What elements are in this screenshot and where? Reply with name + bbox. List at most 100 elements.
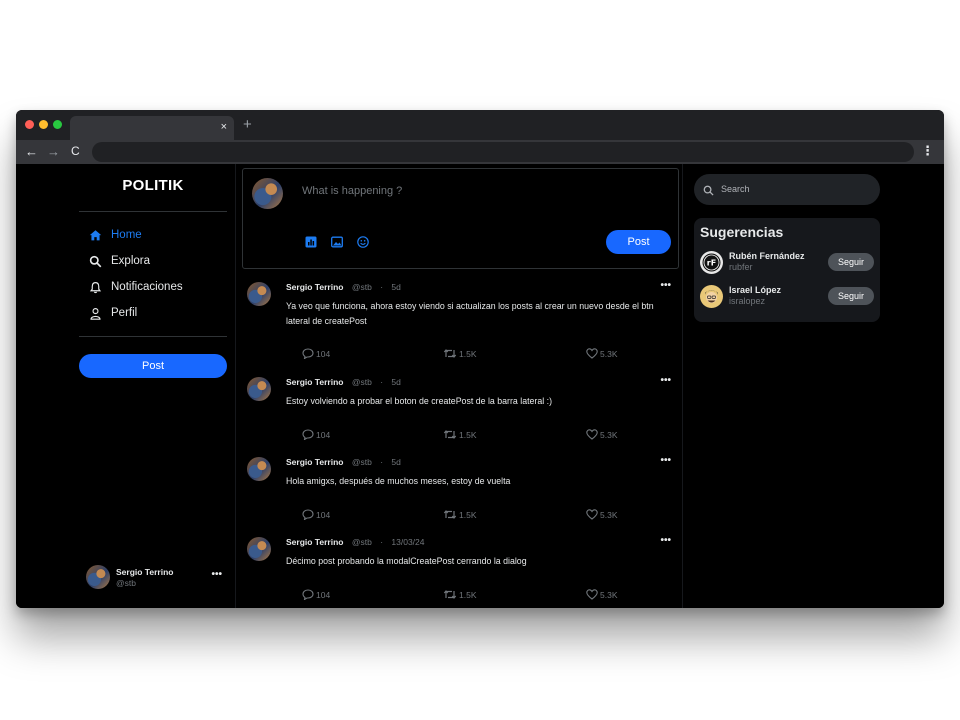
- home-icon: [87, 227, 103, 243]
- minimize-window-button[interactable]: [39, 120, 48, 129]
- post-handle: @stb: [351, 377, 372, 387]
- account-name: Sergio Terrino: [116, 567, 174, 577]
- browser-tab[interactable]: ×: [70, 116, 234, 140]
- post[interactable]: Sergio Terrino @stb · 5d ••• Estoy volvi…: [242, 375, 679, 440]
- suggestion-handle: isralopez: [729, 296, 766, 306]
- post-author[interactable]: Sergio Terrino: [286, 457, 343, 467]
- address-bar[interactable]: [92, 142, 914, 162]
- reply-button[interactable]: 104: [302, 589, 330, 600]
- search-icon: [87, 253, 103, 269]
- more-icon[interactable]: •••: [211, 569, 222, 580]
- suggestion-item[interactable]: rF Rubén Fernández rubfer Seguir: [700, 250, 874, 276]
- reload-button[interactable]: C: [71, 144, 80, 159]
- chart-icon[interactable]: [305, 236, 317, 248]
- post-header: Sergio Terrino @stb · 5d: [286, 457, 401, 467]
- post-separator: ·: [380, 282, 384, 292]
- post-handle: @stb: [351, 282, 372, 292]
- close-window-button[interactable]: [25, 120, 34, 129]
- post-actions: 104 1.5K 5.3K: [302, 509, 632, 521]
- sidebar-post-button[interactable]: Post: [79, 354, 227, 378]
- reply-button[interactable]: 104: [302, 348, 330, 359]
- repost-icon: [443, 430, 457, 439]
- repost-count: 1.5K: [459, 589, 477, 600]
- sidebar-item-label: Home: [111, 229, 142, 241]
- post-more-icon[interactable]: •••: [660, 375, 671, 386]
- like-count: 5.3K: [600, 348, 618, 359]
- emoji-icon[interactable]: [357, 236, 369, 248]
- app-logo[interactable]: POLITIK: [79, 177, 227, 194]
- post-handle: @stb: [351, 537, 372, 547]
- like-button[interactable]: 5.3K: [586, 589, 618, 600]
- maximize-window-button[interactable]: [53, 120, 62, 129]
- account-handle: @stb: [116, 578, 136, 588]
- post[interactable]: Sergio Terrino @stb · 5d ••• Hola amigxs…: [242, 455, 679, 520]
- reply-count: 104: [316, 429, 331, 440]
- new-tab-button[interactable]: +: [243, 117, 252, 132]
- forward-button[interactable]: →: [47, 144, 60, 159]
- post[interactable]: Sergio Terrino @stb · 13/03/24 ••• Décim…: [242, 535, 679, 601]
- search-input[interactable]: [721, 182, 871, 196]
- like-count: 5.3K: [600, 509, 618, 520]
- like-button[interactable]: 5.3K: [586, 429, 618, 440]
- account-switcher[interactable]: Sergio Terrino @stb •••: [86, 564, 226, 592]
- heart-icon: [586, 509, 598, 520]
- sidebar-item-explora[interactable]: Explora: [87, 251, 150, 271]
- repost-button[interactable]: 1.5K: [443, 348, 477, 359]
- post-actions: 104 1.5K 5.3K: [302, 589, 632, 601]
- post-more-icon[interactable]: •••: [660, 535, 671, 546]
- close-tab-icon[interactable]: ×: [221, 120, 227, 134]
- post-author[interactable]: Sergio Terrino: [286, 537, 343, 547]
- avatar[interactable]: [700, 285, 723, 308]
- tab-bar: × +: [16, 110, 944, 140]
- like-button[interactable]: 5.3K: [586, 348, 618, 359]
- avatar: [252, 178, 283, 209]
- reply-icon: [302, 509, 314, 520]
- page-viewport: POLITIK Home Explora Notificaciones Perf…: [16, 164, 944, 608]
- reply-icon: [302, 589, 314, 600]
- avatar: [86, 565, 110, 589]
- reply-button[interactable]: 104: [302, 429, 330, 440]
- search-icon: [703, 183, 714, 201]
- repost-button[interactable]: 1.5K: [443, 509, 477, 520]
- post-author[interactable]: Sergio Terrino: [286, 282, 343, 292]
- composer-post-button[interactable]: Post: [606, 230, 671, 254]
- post-more-icon[interactable]: •••: [660, 280, 671, 291]
- heart-icon: [586, 429, 598, 440]
- post-actions: 104 1.5K 5.3K: [302, 348, 632, 360]
- post-separator: ·: [380, 457, 384, 467]
- reply-button[interactable]: 104: [302, 509, 330, 520]
- post-time: 13/03/24: [391, 537, 425, 547]
- repost-button[interactable]: 1.5K: [443, 429, 477, 440]
- back-button[interactable]: ←: [25, 144, 38, 159]
- repost-icon: [443, 510, 457, 519]
- repost-button[interactable]: 1.5K: [443, 589, 477, 600]
- post-composer: What is happening ? Post: [242, 168, 679, 269]
- post-header: Sergio Terrino @stb · 13/03/24: [286, 537, 425, 547]
- avatar[interactable]: [247, 282, 271, 306]
- sidebar-item-perfil[interactable]: Perfil: [87, 303, 137, 323]
- feed-border: [682, 164, 683, 608]
- browser-menu-button[interactable]: ⋮: [921, 143, 934, 159]
- post-more-icon[interactable]: •••: [660, 455, 671, 466]
- post[interactable]: Sergio Terrino @stb · 5d ••• Ya veo que …: [242, 280, 679, 360]
- reply-count: 104: [316, 589, 331, 600]
- repost-count: 1.5K: [459, 429, 477, 440]
- suggestion-name[interactable]: Rubén Fernández: [729, 251, 805, 261]
- suggestion-item[interactable]: Israel López isralopez Seguir: [700, 284, 874, 310]
- avatar[interactable]: [247, 537, 271, 561]
- sidebar-item-notificaciones[interactable]: Notificaciones: [87, 277, 183, 297]
- post-author[interactable]: Sergio Terrino: [286, 377, 343, 387]
- avatar[interactable]: [247, 457, 271, 481]
- follow-button[interactable]: Seguir: [828, 287, 874, 305]
- sidebar-item-label: Notificaciones: [111, 281, 183, 293]
- sidebar-item-home[interactable]: Home: [87, 225, 142, 245]
- avatar[interactable]: [247, 377, 271, 401]
- like-button[interactable]: 5.3K: [586, 509, 618, 520]
- composer-input[interactable]: What is happening ?: [302, 185, 402, 197]
- suggestions-title: Sugerencias: [700, 224, 784, 240]
- suggestion-handle: rubfer: [729, 262, 753, 272]
- suggestion-name[interactable]: Israel López: [729, 285, 781, 295]
- avatar[interactable]: rF: [700, 251, 723, 274]
- image-icon[interactable]: [331, 236, 343, 248]
- follow-button[interactable]: Seguir: [828, 253, 874, 271]
